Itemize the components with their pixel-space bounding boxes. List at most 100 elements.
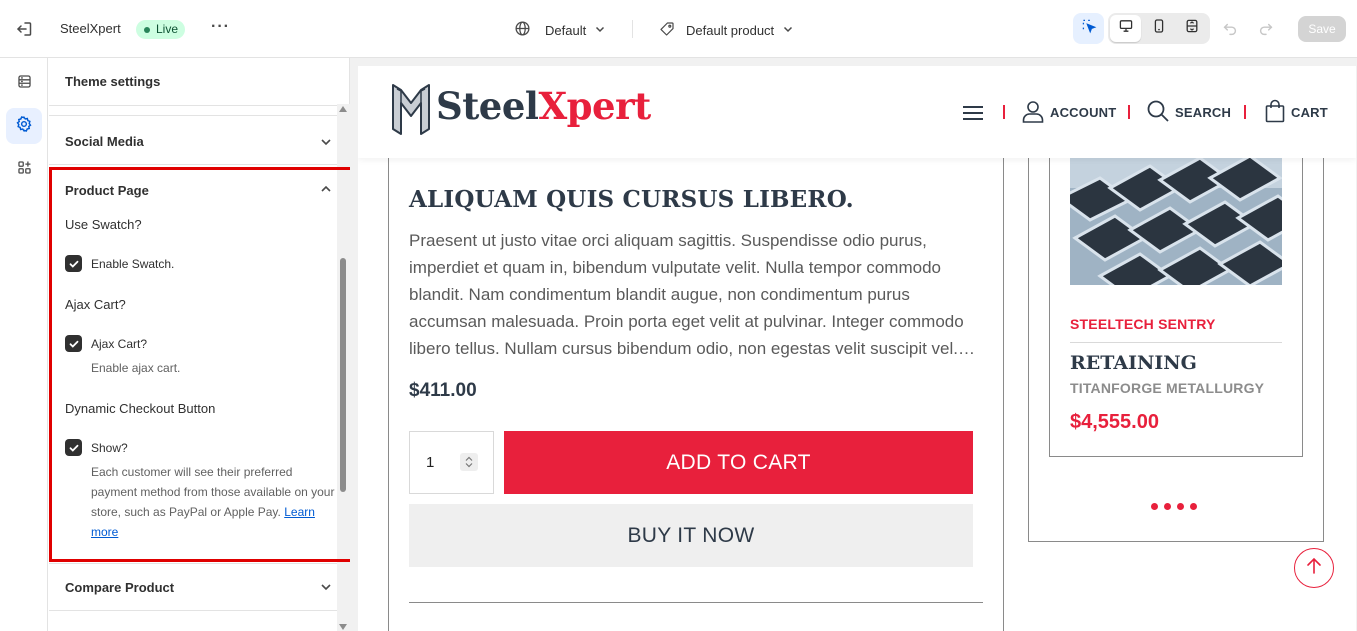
slider-dot[interactable] <box>1190 503 1197 510</box>
editor-topbar: SteelXpert Live ··· Default Default prod… <box>0 0 1357 58</box>
checkmark-icon[interactable] <box>65 255 82 272</box>
store-preview: SteelXpert ACCOUNT SEARCH CART ALIQUAM Q… <box>358 66 1356 631</box>
sections-button[interactable] <box>6 66 42 102</box>
slider-dot[interactable] <box>1177 503 1184 510</box>
setting-heading: Dynamic Checkout Button <box>65 401 216 416</box>
divider <box>49 164 339 165</box>
theme-selector[interactable]: Default <box>514 19 606 41</box>
store-name[interactable]: SteelXpert <box>60 21 121 36</box>
exit-icon[interactable] <box>14 19 34 39</box>
chevron-down-icon[interactable] <box>319 580 333 594</box>
template-selector[interactable]: Default product <box>659 19 794 41</box>
product-price: $411.00 <box>409 380 477 401</box>
slider-dot[interactable] <box>1151 503 1158 510</box>
nav-separator <box>1128 105 1130 119</box>
related-product-price: $4,555.00 <box>1070 411 1159 433</box>
inspector-toggle-button[interactable] <box>1073 13 1104 44</box>
accordion-compare-product[interactable]: Compare Product <box>65 580 174 595</box>
desktop-icon <box>1118 18 1134 39</box>
nav-cart-label: CART <box>1291 104 1328 120</box>
related-product-title[interactable]: RETAINING <box>1070 352 1197 374</box>
setting-heading: Use Swatch? <box>65 217 142 232</box>
logo-part-xpert: Xpert <box>538 84 651 128</box>
theme-settings-panel: Theme settings Social Media Product Page… <box>49 58 350 631</box>
divider <box>49 610 339 611</box>
dynamic-checkout-checkbox[interactable]: Show? <box>65 439 128 457</box>
fullscreen-icon <box>1184 18 1200 39</box>
checkmark-icon[interactable] <box>65 335 82 352</box>
divider <box>49 115 339 116</box>
panel-title: Theme settings <box>65 74 161 89</box>
product-description: Praesent ut justo vitae orci aliquam sag… <box>409 231 975 358</box>
divider <box>409 602 983 603</box>
gear-icon <box>15 115 33 138</box>
chevron-down-icon <box>782 23 794 38</box>
toolbar-divider <box>632 20 633 38</box>
chevron-up-icon[interactable] <box>319 182 333 196</box>
chevron-down-icon <box>594 23 606 38</box>
setting-heading: Ajax Cart? <box>65 297 126 312</box>
slider-dot[interactable] <box>1164 503 1171 510</box>
shopping-bag-icon <box>1264 99 1286 126</box>
fullscreen-view-button[interactable] <box>1177 15 1208 42</box>
editor-rail <box>0 58 48 631</box>
apps-icon <box>16 159 33 181</box>
checkbox-label: Show? <box>91 441 128 455</box>
chevron-down-icon[interactable] <box>319 135 333 149</box>
nav-account[interactable]: ACCOUNT <box>1021 97 1116 127</box>
mobile-view-button[interactable] <box>1143 15 1174 42</box>
scroll-up-arrow-icon[interactable] <box>339 106 347 112</box>
divider <box>49 563 339 564</box>
site-logo[interactable]: SteelXpert <box>436 82 651 130</box>
save-button[interactable]: Save <box>1298 16 1346 42</box>
related-product-image[interactable] <box>1070 158 1282 285</box>
enable-swatch-checkbox[interactable]: Enable Swatch. <box>65 255 174 273</box>
user-icon <box>1021 99 1045 126</box>
related-product-vendor[interactable]: STEELTECH SENTRY <box>1070 316 1216 332</box>
nav-search-label: SEARCH <box>1175 104 1232 120</box>
cursor-select-icon <box>1081 18 1097 39</box>
more-actions-button[interactable]: ··· <box>211 18 230 36</box>
apps-button[interactable] <box>6 152 42 188</box>
related-product-subtitle: TITANFORGE METALLURGY <box>1070 380 1265 396</box>
slider-pagination <box>1151 503 1197 510</box>
desktop-view-button[interactable] <box>1110 15 1142 42</box>
checkmark-icon[interactable] <box>65 439 82 456</box>
help-text: Enable ajax cart. <box>91 361 181 375</box>
globe-icon <box>514 20 531 40</box>
menu-icon[interactable] <box>963 106 983 120</box>
status-badge: Live <box>136 20 186 39</box>
theme-settings-button[interactable] <box>6 108 42 144</box>
logo-part-steel: Steel <box>436 84 539 128</box>
nav-separator <box>1003 105 1005 119</box>
buy-it-now-button[interactable]: BUY IT NOW <box>409 504 973 567</box>
quantity-value[interactable]: 1 <box>426 454 434 471</box>
redo-icon[interactable] <box>1257 20 1275 38</box>
scrollbar-thumb[interactable] <box>340 258 346 492</box>
device-switcher <box>1108 13 1210 44</box>
search-icon <box>1146 99 1170 126</box>
logo-mark-icon[interactable] <box>390 81 432 139</box>
nav-cart[interactable]: CART <box>1264 97 1328 127</box>
help-text: Each customer will see their preferred p… <box>91 462 336 542</box>
sections-icon <box>16 73 33 95</box>
scroll-down-arrow-icon[interactable] <box>339 624 347 630</box>
undo-icon[interactable] <box>1221 20 1239 38</box>
ajax-cart-checkbox[interactable]: Ajax Cart? <box>65 335 147 353</box>
template-selector-label: Default product <box>686 22 775 38</box>
add-to-cart-button[interactable]: ADD TO CART <box>504 431 973 494</box>
divider <box>49 105 339 106</box>
spinner-arrows-icon[interactable] <box>460 453 478 471</box>
back-to-top-button[interactable] <box>1294 548 1334 588</box>
nav-search[interactable]: SEARCH <box>1146 97 1231 127</box>
site-header: SteelXpert ACCOUNT SEARCH CART <box>358 66 1356 158</box>
arrow-up-icon <box>1306 557 1322 580</box>
theme-selector-label: Default <box>545 22 587 38</box>
accordion-social-media[interactable]: Social Media <box>65 134 144 149</box>
tag-icon <box>659 21 675 40</box>
quantity-stepper[interactable]: 1 <box>409 431 494 494</box>
divider <box>1070 342 1282 343</box>
mobile-icon <box>1151 18 1167 39</box>
checkbox-label: Enable Swatch. <box>91 257 175 271</box>
accordion-product-page[interactable]: Product Page <box>65 183 149 198</box>
